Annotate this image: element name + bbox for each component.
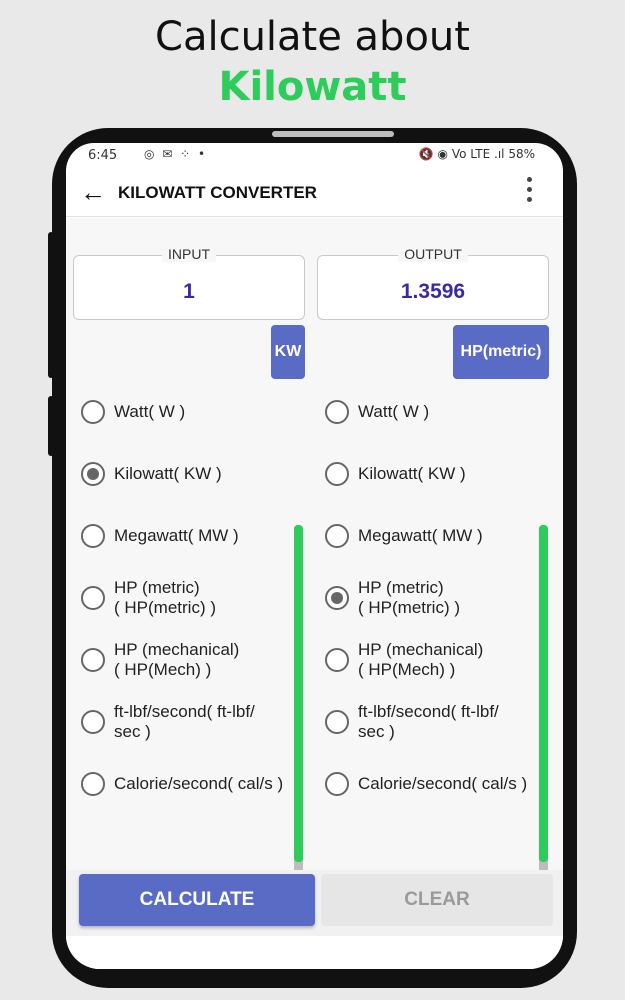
- app-bar: ← KILOWATT CONVERTER: [66, 169, 563, 217]
- unit-option-line1: Watt( W ): [114, 402, 186, 421]
- unit-option-label: Megawatt( MW ): [114, 526, 296, 546]
- input-unit-option[interactable]: HP (metric)( HP(metric) ): [66, 567, 298, 629]
- output-unit-option[interactable]: Watt( W ): [310, 381, 542, 443]
- radio-button[interactable]: [325, 462, 349, 486]
- radio-button[interactable]: [325, 524, 349, 548]
- input-unit-option[interactable]: Kilowatt( KW ): [66, 443, 298, 505]
- unit-option-line1: HP (metric): [358, 578, 444, 597]
- unit-option-label: Megawatt( MW ): [358, 526, 540, 546]
- output-field: OUTPUT 1.3596: [317, 246, 549, 320]
- output-unit-option[interactable]: Kilowatt( KW ): [310, 443, 542, 505]
- unit-option-label: Watt( W ): [114, 402, 296, 422]
- output-label: OUTPUT: [398, 246, 468, 262]
- input-field[interactable]: INPUT 1: [73, 246, 305, 320]
- radio-button[interactable]: [325, 772, 349, 796]
- unit-option-label: Calorie/second( cal/s ): [114, 774, 296, 794]
- unit-option-line1: ft-lbf/second( ft-lbf/: [114, 702, 255, 721]
- unit-option-line1: Kilowatt( KW ): [358, 464, 466, 483]
- radio-button[interactable]: [81, 772, 105, 796]
- navigation-area: [66, 936, 563, 969]
- radio-button[interactable]: [325, 586, 349, 610]
- notification-icons: ◎ ✉ ⁘ •: [144, 147, 208, 161]
- radio-button[interactable]: [325, 400, 349, 424]
- input-unit-badge: KW: [271, 325, 305, 379]
- system-status-icons: 🔇 ◉ Vo LTE .ıl 58%: [418, 147, 535, 161]
- output-unit-option[interactable]: HP (mechanical)( HP(Mech) ): [310, 629, 542, 691]
- more-vert-icon[interactable]: [527, 177, 533, 207]
- unit-option-line2: sec ): [358, 722, 395, 741]
- input-label: INPUT: [162, 246, 216, 262]
- back-arrow-icon[interactable]: ←: [80, 177, 106, 208]
- calculate-button[interactable]: CALCULATE: [79, 874, 315, 926]
- promo-subtitle: Kilowatt: [218, 64, 407, 110]
- radio-button[interactable]: [81, 710, 105, 734]
- bottom-action-bar: CALCULATE CLEAR: [66, 870, 563, 969]
- unit-option-label: Calorie/second( cal/s ): [358, 774, 540, 794]
- unit-option-line1: HP (mechanical): [114, 640, 240, 659]
- radio-button[interactable]: [81, 586, 105, 610]
- input-unit-option[interactable]: HP (mechanical)( HP(Mech) ): [66, 629, 298, 691]
- input-unit-option[interactable]: Watt( W ): [66, 381, 298, 443]
- app-screen: 6:45 ◎ ✉ ⁘ • 🔇 ◉ Vo LTE .ıl 58% ← KILOWA…: [66, 143, 563, 969]
- clear-button[interactable]: CLEAR: [321, 874, 553, 926]
- unit-option-line1: ft-lbf/second( ft-lbf/: [358, 702, 499, 721]
- output-unit-option[interactable]: HP (metric)( HP(metric) ): [310, 567, 542, 629]
- status-time: 6:45: [88, 148, 118, 163]
- radio-button[interactable]: [325, 710, 349, 734]
- unit-option-line1: Watt( W ): [358, 402, 430, 421]
- unit-option-label: ft-lbf/second( ft-lbf/sec ): [358, 702, 540, 742]
- unit-option-label: HP (mechanical)( HP(Mech) ): [358, 640, 540, 680]
- unit-option-line2: ( HP(Mech) ): [114, 660, 212, 679]
- output-unit-option[interactable]: Calorie/second( cal/s ): [310, 753, 542, 815]
- phone-top-bar: [272, 131, 394, 137]
- unit-option-label: Kilowatt( KW ): [358, 464, 540, 484]
- unit-option-label: Kilowatt( KW ): [114, 464, 296, 484]
- input-unit-option[interactable]: ft-lbf/second( ft-lbf/sec ): [66, 691, 298, 753]
- unit-option-label: ft-lbf/second( ft-lbf/sec ): [114, 702, 296, 742]
- unit-option-line1: Megawatt( MW ): [358, 526, 483, 545]
- promo-title: Calculate about: [155, 14, 470, 60]
- unit-option-line2: ( HP(Mech) ): [358, 660, 456, 679]
- status-bar: 6:45 ◎ ✉ ⁘ • 🔇 ◉ Vo LTE .ıl 58%: [66, 143, 563, 169]
- unit-option-label: Watt( W ): [358, 402, 540, 422]
- radio-button[interactable]: [81, 524, 105, 548]
- radio-button[interactable]: [81, 400, 105, 424]
- unit-option-line2: sec ): [114, 722, 151, 741]
- unit-option-line2: ( HP(metric) ): [358, 598, 460, 617]
- output-scroll-thumb[interactable]: [539, 525, 548, 862]
- output-unit-badge: HP(metric): [453, 325, 549, 379]
- input-unit-option[interactable]: Megawatt( MW ): [66, 505, 298, 567]
- unit-option-label: HP (metric)( HP(metric) ): [114, 578, 296, 618]
- page-title: KILOWATT CONVERTER: [118, 183, 317, 202]
- unit-option-line1: Calorie/second( cal/s ): [114, 774, 284, 793]
- unit-option-line1: HP (metric): [114, 578, 200, 597]
- unit-option-line1: Calorie/second( cal/s ): [358, 774, 528, 793]
- output-value: 1.3596: [400, 280, 466, 303]
- radio-button[interactable]: [325, 648, 349, 672]
- unit-option-line1: Megawatt( MW ): [114, 526, 239, 545]
- converter-content: INPUT 1 OUTPUT 1.3596 KW HP(metric) Watt…: [66, 218, 563, 959]
- unit-option-label: HP (metric)( HP(metric) ): [358, 578, 540, 618]
- input-unit-option[interactable]: Calorie/second( cal/s ): [66, 753, 298, 815]
- output-unit-option[interactable]: ft-lbf/second( ft-lbf/sec ): [310, 691, 542, 753]
- radio-button[interactable]: [81, 462, 105, 486]
- radio-button[interactable]: [81, 648, 105, 672]
- unit-option-line1: HP (mechanical): [358, 640, 484, 659]
- output-unit-option[interactable]: Megawatt( MW ): [310, 505, 542, 567]
- unit-option-line2: ( HP(metric) ): [114, 598, 216, 617]
- unit-option-label: HP (mechanical)( HP(Mech) ): [114, 640, 296, 680]
- unit-option-line1: Kilowatt( KW ): [114, 464, 222, 483]
- input-scroll-thumb[interactable]: [294, 525, 303, 862]
- input-value[interactable]: 1: [74, 280, 304, 304]
